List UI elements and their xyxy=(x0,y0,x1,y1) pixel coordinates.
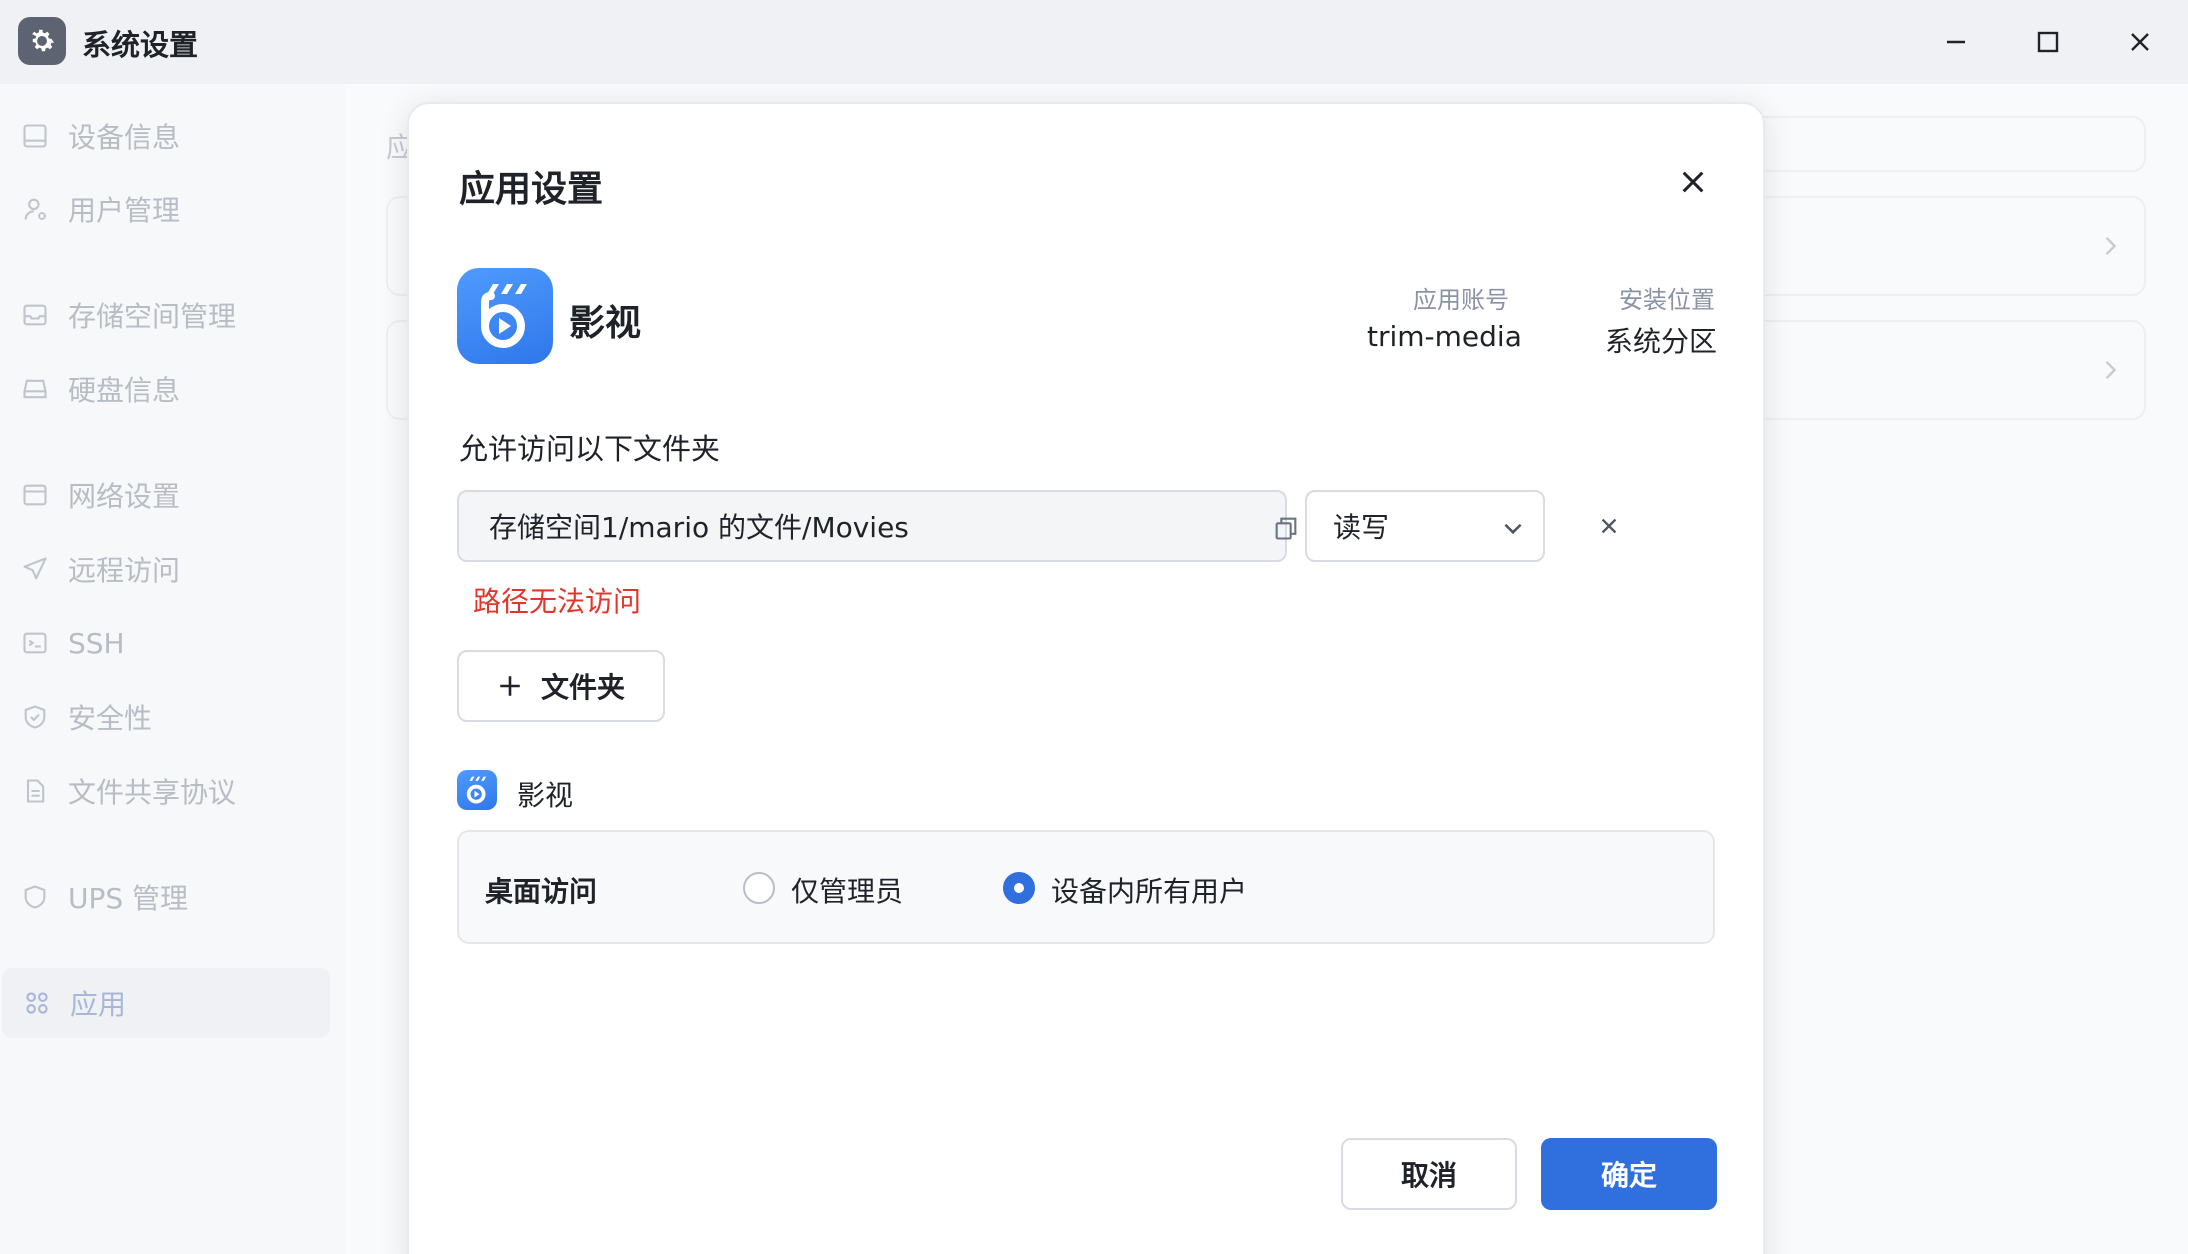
install-location-value: 系统分区 xyxy=(1605,325,1718,358)
sidebar-item-label: 硬盘信息 xyxy=(68,374,181,407)
sidebar-item-device-info[interactable]: 设备信息 xyxy=(0,101,330,171)
add-folder-label: 文件夹 xyxy=(540,671,625,704)
remove-folder-button[interactable] xyxy=(1587,504,1631,548)
sidebar-item-apps[interactable]: 应用 xyxy=(2,968,330,1038)
sidebar-item-storage[interactable]: 存储空间管理 xyxy=(0,280,330,350)
sidebar-item-label: 远程访问 xyxy=(68,554,181,587)
media-app-icon xyxy=(457,268,553,364)
sidebar-item-file-sharing[interactable]: 文件共享协议 xyxy=(0,756,330,826)
shield-check-icon xyxy=(20,702,50,732)
sidebar-item-label: 网络设置 xyxy=(68,480,181,513)
path-error-message: 路径无法访问 xyxy=(473,585,642,618)
desktop-access-label: 桌面访问 xyxy=(485,875,598,908)
plus-icon xyxy=(500,676,520,696)
disk-icon xyxy=(20,374,50,404)
file-icon xyxy=(20,776,50,806)
app-settings-dialog: 应用设置 影视 应用账号 trim-media 安装位置 系统分区 允许访问以下… xyxy=(407,102,1765,1254)
network-icon xyxy=(20,480,50,510)
chevron-right-icon xyxy=(2105,361,2117,379)
sidebar: 设备信息 用户管理 存储空间管理 硬盘信息 网络设置 远程访问 SSH 安全性 … xyxy=(0,84,345,1254)
terminal-icon xyxy=(20,628,50,658)
device-icon xyxy=(20,121,50,151)
sidebar-item-ups[interactable]: UPS 管理 xyxy=(0,862,330,932)
sidebar-item-network[interactable]: 网络设置 xyxy=(0,460,330,530)
minimize-button[interactable] xyxy=(1932,18,1980,66)
desktop-access-panel: 桌面访问 仅管理员 设备内所有用户 xyxy=(457,830,1715,944)
confirm-button[interactable]: 确定 xyxy=(1541,1138,1717,1210)
background-search-field xyxy=(1740,116,2146,172)
app-name: 影视 xyxy=(569,303,642,344)
sidebar-item-label: 安全性 xyxy=(68,702,153,735)
radio-admin-only-label[interactable]: 仅管理员 xyxy=(791,870,903,910)
radio-all-users-label[interactable]: 设备内所有用户 xyxy=(1051,870,1247,910)
close-icon[interactable] xyxy=(1671,160,1715,204)
sidebar-item-label: 用户管理 xyxy=(68,194,181,227)
sidebar-item-ssh[interactable]: SSH xyxy=(0,608,330,678)
chevron-right-icon xyxy=(2105,237,2117,255)
window-title: 系统设置 xyxy=(82,28,199,62)
sidebar-item-label: SSH xyxy=(68,626,125,660)
send-icon xyxy=(20,554,50,584)
user-icon xyxy=(20,194,50,224)
sidebar-item-user-management[interactable]: 用户管理 xyxy=(0,174,330,244)
maximize-button[interactable] xyxy=(2024,18,2072,66)
sidebar-item-security[interactable]: 安全性 xyxy=(0,682,330,752)
sidebar-item-label: 存储空间管理 xyxy=(68,300,237,333)
sidebar-item-label: 应用 xyxy=(70,988,127,1021)
media-app-small-icon xyxy=(457,770,497,810)
chevron-down-icon xyxy=(1497,512,1529,544)
folder-path-text: 存储空间1/mario 的文件/Movies xyxy=(489,511,909,544)
sidebar-item-label: UPS 管理 xyxy=(68,882,189,915)
radio-admin-only[interactable] xyxy=(743,872,775,904)
add-folder-button[interactable]: 文件夹 xyxy=(457,650,665,722)
copy-icon[interactable] xyxy=(1267,509,1305,547)
permission-value: 读写 xyxy=(1333,511,1390,544)
sub-app-name: 影视 xyxy=(517,779,574,812)
apps-icon xyxy=(22,988,52,1018)
app-account-value: trim-media xyxy=(1367,320,1522,353)
permission-select[interactable]: 读写 xyxy=(1305,490,1545,562)
close-window-button[interactable] xyxy=(2116,18,2164,66)
app-account-label: 应用账号 xyxy=(1413,286,1509,314)
storage-icon xyxy=(20,300,50,330)
install-location-label: 安装位置 xyxy=(1619,286,1715,314)
shield-icon xyxy=(20,882,50,912)
title-bar: 系统设置 xyxy=(0,0,2188,84)
sidebar-item-remote-access[interactable]: 远程访问 xyxy=(0,534,330,604)
folder-path-field[interactable]: 存储空间1/mario 的文件/Movies xyxy=(457,490,1297,562)
gear-icon xyxy=(18,17,66,65)
cancel-button[interactable]: 取消 xyxy=(1341,1138,1517,1210)
folders-section-title: 允许访问以下文件夹 xyxy=(459,432,721,466)
sidebar-item-label: 文件共享协议 xyxy=(68,776,237,809)
sidebar-item-disk-info[interactable]: 硬盘信息 xyxy=(0,354,330,424)
radio-all-users[interactable] xyxy=(1003,872,1035,904)
sidebar-item-label: 设备信息 xyxy=(68,121,181,154)
dialog-title: 应用设置 xyxy=(459,169,604,210)
